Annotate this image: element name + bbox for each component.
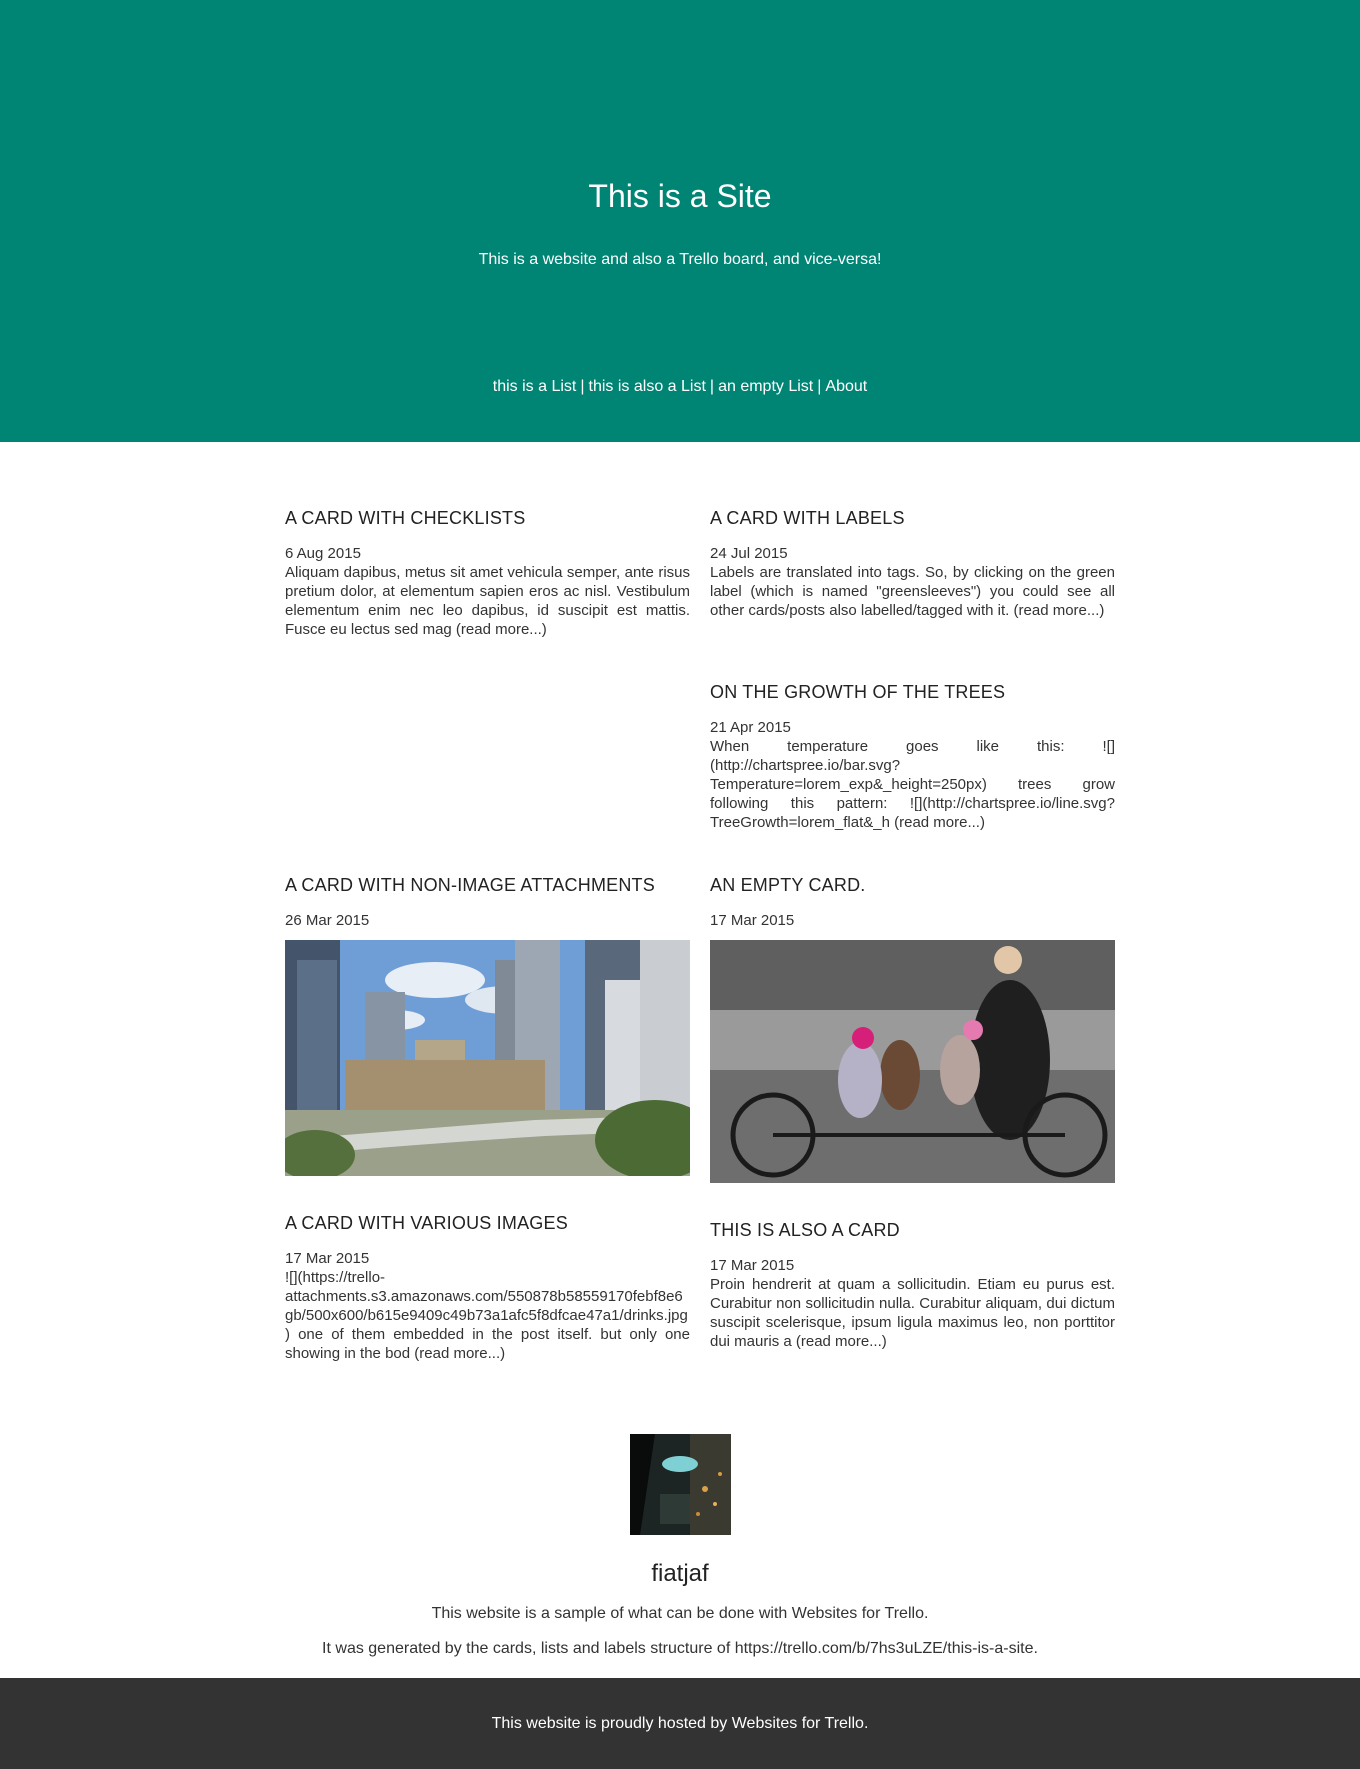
tandem-bicycle-image[interactable] <box>710 940 1115 1183</box>
card-growth-of-trees: ON THE GROWTH OF THE TREES 21 Apr 2015 W… <box>710 680 1115 832</box>
card-excerpt: Labels are translated into tags. So, by … <box>710 563 1115 620</box>
read-more-link[interactable]: (read more...) <box>456 621 547 638</box>
card-title[interactable]: A CARD WITH VARIOUS IMAGES <box>285 1211 690 1249</box>
city-skyline-image[interactable] <box>285 940 690 1176</box>
read-more-link[interactable]: (read more...) <box>894 814 985 831</box>
card-date: 17 Mar 2015 <box>710 912 795 929</box>
card-labels: A CARD WITH LABELS 24 Jul 2015 Labels ar… <box>710 506 1115 620</box>
card-date: 26 Mar 2015 <box>285 912 370 929</box>
site-title: This is a Site <box>588 178 772 214</box>
nav-item-this-is-a-list[interactable]: this is a List <box>493 378 577 395</box>
card-title[interactable]: THIS IS ALSO A CARD <box>710 1218 1115 1256</box>
card-excerpt: Proin hendrerit at quam a sollicitudin. … <box>710 1275 1115 1351</box>
card-date: 17 Mar 2015 <box>285 1250 370 1267</box>
site-footer: This website is proudly hosted by Websit… <box>0 1678 1360 1769</box>
site-header: This is a Site This is a website and als… <box>0 0 1360 442</box>
card-empty: AN EMPTY CARD. 17 Mar 2015 <box>710 873 1115 1183</box>
read-more-link[interactable]: (read more...) <box>796 1333 887 1350</box>
card-date: 21 Apr 2015 <box>710 719 791 736</box>
card-date: 6 Aug 2015 <box>285 545 361 562</box>
read-more-link[interactable]: (read more...) <box>1014 602 1105 619</box>
nav-item-an-empty-list[interactable]: an empty List <box>718 378 813 395</box>
author-name: fiatjaf <box>651 1560 709 1587</box>
about-line-1: This website is a sample of what can be … <box>431 1605 929 1622</box>
read-more-link[interactable]: (read more...) <box>414 1345 505 1362</box>
card-date: 17 Mar 2015 <box>710 1257 795 1274</box>
footer-suffix: . <box>863 1715 869 1732</box>
card-excerpt-text: Proin hendrerit at quam a sollicitudin. … <box>710 1276 1115 1350</box>
card-title[interactable]: AN EMPTY CARD. <box>710 873 1115 911</box>
card-excerpt: When temperature goes like this: ![](htt… <box>710 737 1115 832</box>
avatar <box>629 1434 731 1535</box>
card-also-a-card: THIS IS ALSO A CARD 17 Mar 2015 Proin he… <box>710 1218 1115 1351</box>
card-title[interactable]: A CARD WITH NON-IMAGE ATTACHMENTS <box>285 873 690 911</box>
card-checklists: A CARD WITH CHECKLISTS 6 Aug 2015 Aliqua… <box>285 506 690 639</box>
footer-prefix: This website is proudly hosted by <box>491 1715 732 1732</box>
card-non-image-attachments: A CARD WITH NON-IMAGE ATTACHMENTS 26 Mar… <box>285 873 690 1176</box>
card-title[interactable]: A CARD WITH LABELS <box>710 506 1115 544</box>
card-excerpt: Aliquam dapibus, metus sit amet vehicula… <box>285 563 690 639</box>
main-nav: this is a List | this is also a List | an em… <box>0 376 1360 398</box>
nav-item-this-is-also-a-list[interactable]: this is also a List <box>589 378 706 395</box>
nav-separator: | <box>709 378 715 395</box>
author-section: fiatjaf This website is a sample of what… <box>0 1434 1360 1660</box>
nav-item-about[interactable]: About <box>825 378 867 395</box>
nav-separator: | <box>580 378 585 395</box>
site-subtitle: This is a website and also a Trello boar… <box>478 251 882 268</box>
nav-separator: | <box>817 378 822 395</box>
card-excerpt: ![](https://trello-attachments.s3.amazon… <box>285 1268 690 1363</box>
about-line-2: It was generated by the cards, lists and… <box>322 1640 1038 1657</box>
card-title[interactable]: ON THE GROWTH OF THE TREES <box>710 680 1115 718</box>
card-date: 24 Jul 2015 <box>710 545 788 562</box>
card-various-images: A CARD WITH VARIOUS IMAGES 17 Mar 2015 !… <box>285 1211 690 1363</box>
footer-link-websites-for-trello[interactable]: Websites for Trello <box>732 1715 864 1732</box>
card-title[interactable]: A CARD WITH CHECKLISTS <box>285 506 690 544</box>
